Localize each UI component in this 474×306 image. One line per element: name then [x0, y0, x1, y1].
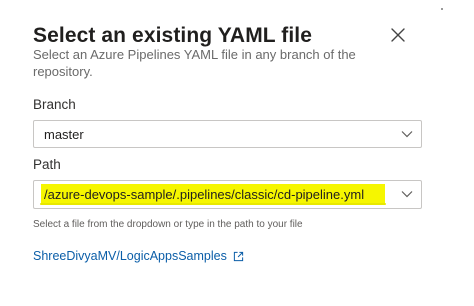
dialog-subtitle: Select an Azure Pipelines YAML file in a… — [33, 47, 356, 79]
path-dropdown[interactable]: /azure-devops-sample/.pipelines/classic/… — [33, 180, 422, 209]
close-button[interactable] — [387, 24, 409, 46]
external-link-icon — [233, 251, 243, 261]
path-helper-text: Select a file from the dropdown or type … — [33, 219, 303, 230]
edge-artifact — [441, 8, 443, 10]
repo-link-text: ShreeDivyaMV/LogicAppsSamples — [33, 249, 227, 263]
repo-link[interactable]: ShreeDivyaMV/LogicAppsSamples — [33, 249, 244, 263]
path-value: /azure-devops-sample/.pipelines/classic/… — [44, 187, 365, 202]
select-yaml-dialog: Select an existing YAML file Select an A… — [0, 0, 474, 306]
path-highlight-underline — [40, 203, 386, 205]
path-label: Path — [33, 157, 61, 172]
chevron-down-icon — [401, 191, 413, 198]
branch-label: Branch — [33, 97, 76, 112]
dialog-title: Select an existing YAML file — [33, 24, 313, 47]
branch-dropdown[interactable]: master — [33, 120, 422, 148]
close-icon — [391, 28, 405, 42]
chevron-down-icon — [401, 131, 413, 138]
branch-value: master — [44, 127, 84, 142]
